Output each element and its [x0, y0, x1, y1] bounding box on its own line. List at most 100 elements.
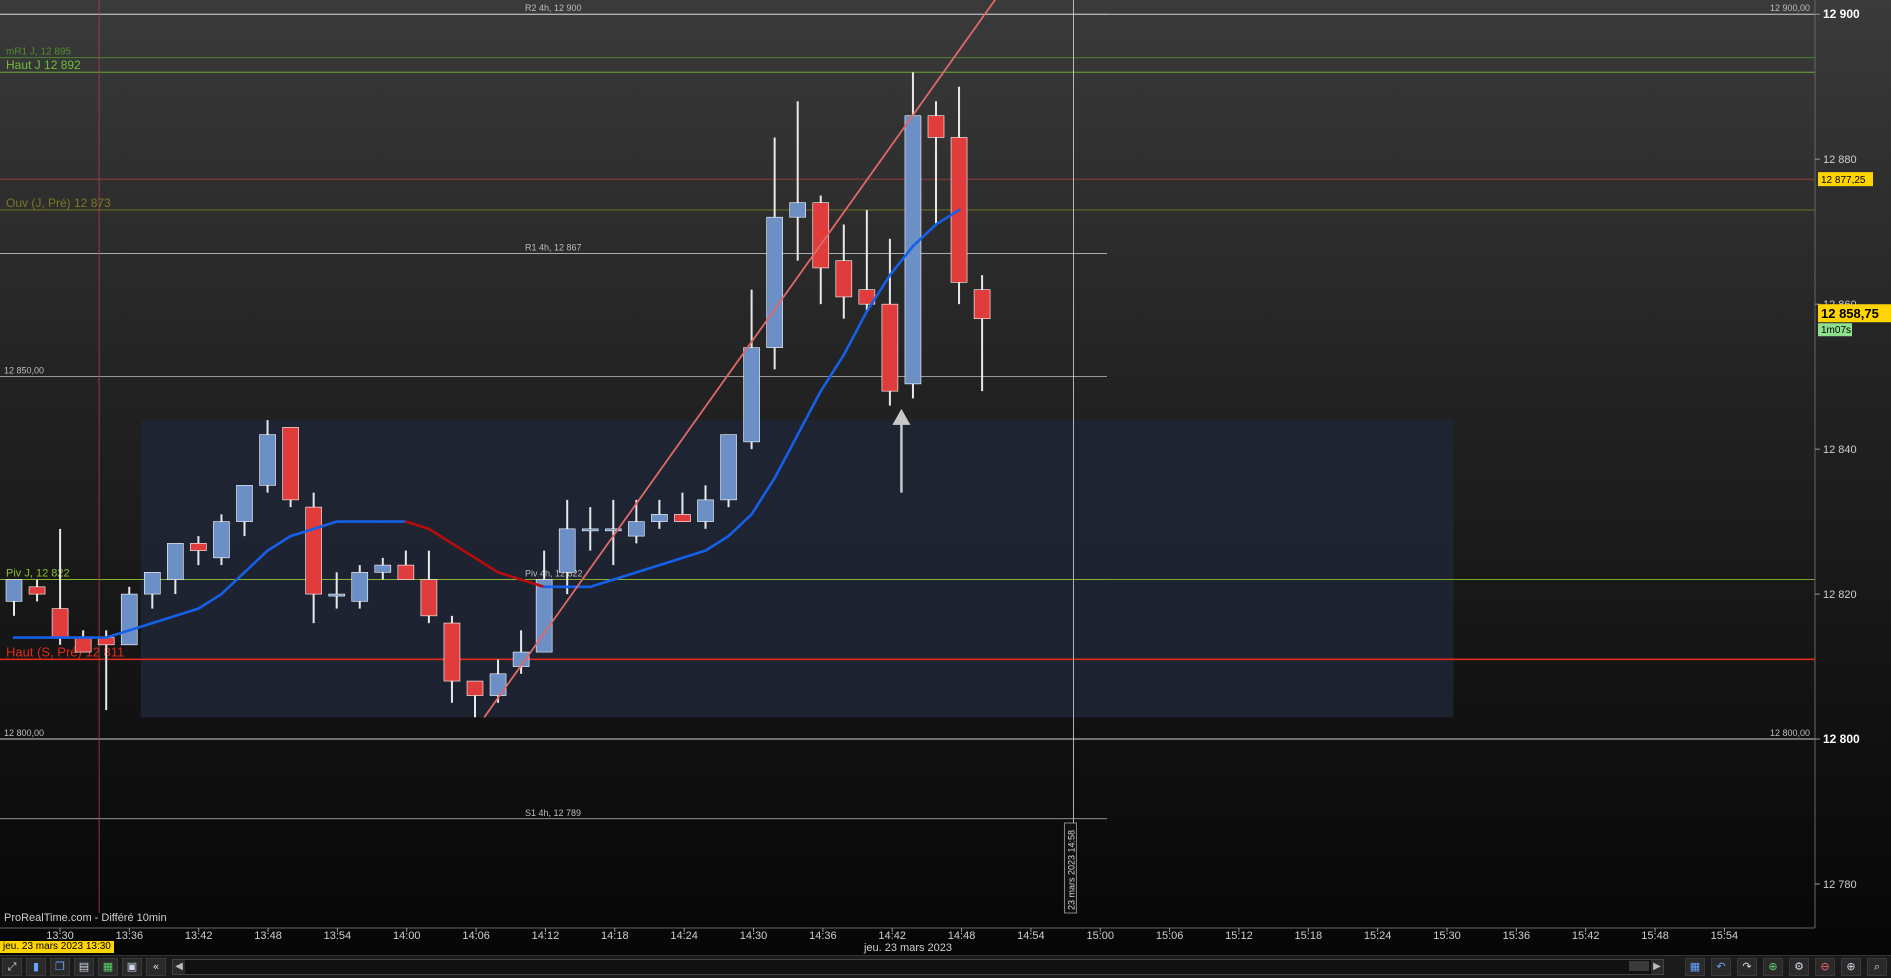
time-tick-label: 15:12: [1225, 930, 1253, 942]
pivot-label: R1 4h, 12 867: [525, 242, 582, 252]
price-tick-label: 12 880: [1823, 154, 1857, 166]
time-tick-label: 14:24: [670, 930, 698, 942]
candle-body[interactable]: [351, 572, 369, 602]
time-tick-label: 15:18: [1295, 930, 1323, 942]
price-tick-label: 12 900: [1823, 7, 1860, 21]
candle-body[interactable]: [74, 637, 92, 653]
candle-body[interactable]: [420, 579, 438, 617]
right-level-label: 12 900,00: [1770, 3, 1810, 13]
candle-body[interactable]: [789, 202, 807, 218]
candle-body[interactable]: [328, 593, 346, 597]
source-watermark: ProRealTime.com - Différé 10min: [4, 912, 167, 924]
time-tick-label: 13:36: [116, 930, 144, 942]
time-tick-label: 14:54: [1017, 930, 1045, 942]
crosshair-date-highlight: jeu. 23 mars 2023 13:30: [0, 941, 114, 953]
redo-icon[interactable]: ↷: [1737, 958, 1757, 976]
candle-body[interactable]: [743, 347, 760, 443]
scroll-right-icon[interactable]: ▶: [1651, 960, 1663, 974]
candle-body[interactable]: [766, 216, 783, 348]
undo-icon[interactable]: ↶: [1711, 958, 1731, 976]
time-tick-label: 14:36: [809, 930, 837, 942]
windows-icon[interactable]: ❐: [50, 958, 70, 976]
level-label: mR1 J, 12 895: [6, 47, 71, 58]
highlight-zone: [140, 420, 1454, 718]
level-label: Haut J 12 892: [6, 58, 81, 72]
collapse-icon[interactable]: «: [146, 958, 166, 976]
right-level-label: 12 800,00: [1770, 728, 1810, 738]
bottom-toolbar: ⤢ ▮ ❐ ▤ ▦ ▣ « ◀ ▶ ▦ ↶ ↷ ⊕ ⚙ ⊖ ⊕ ⌕: [0, 955, 1891, 978]
chart-scrollbar[interactable]: ◀ ▶: [172, 959, 1664, 975]
zoom-in-icon[interactable]: ⊕: [1841, 958, 1861, 976]
price-tick-label: 12 840: [1823, 444, 1857, 456]
candle-body[interactable]: [259, 434, 276, 486]
time-tick-label: 13:54: [324, 930, 352, 942]
price-tick-label: 12 800: [1823, 732, 1860, 746]
time-tick-label: 15:36: [1503, 930, 1531, 942]
calendar-icon[interactable]: ▦: [1685, 958, 1705, 976]
candlestick-chart[interactable]: R2 4h, 12 900R1 4h, 12 86712 850,00Piv 4…: [0, 0, 1891, 977]
candle-body[interactable]: [973, 289, 991, 319]
time-tick-label: 14:42: [878, 930, 906, 942]
time-tick-label: 15:54: [1711, 930, 1739, 942]
time-tick-label: 13:48: [254, 930, 282, 942]
crosshair-date-label: 23 mars 2023 14:58: [1066, 830, 1076, 910]
layout-icon[interactable]: ▮: [26, 958, 46, 976]
candle-body[interactable]: [835, 260, 853, 298]
candle-body[interactable]: [213, 521, 230, 559]
level-label: Ouv (J, Pré) 12 873: [6, 196, 111, 210]
candle-body[interactable]: [144, 572, 161, 595]
scrollbar-thumb[interactable]: [1629, 961, 1649, 971]
candle-body[interactable]: [374, 564, 392, 573]
candle-body[interactable]: [628, 521, 645, 537]
candle-body[interactable]: [558, 528, 576, 573]
pivot-label: R2 4h, 12 900: [525, 3, 582, 13]
candle-body[interactable]: [236, 485, 253, 522]
candle-body[interactable]: [697, 499, 714, 522]
tools-icon[interactable]: ⤢: [2, 958, 22, 976]
candle-body[interactable]: [904, 115, 922, 385]
candle-body[interactable]: [28, 586, 46, 595]
zoom-reset-icon[interactable]: ⌕: [1867, 958, 1887, 976]
chart-add-icon[interactable]: ⊕: [1763, 958, 1783, 976]
date-axis-label: jeu. 23 mars 2023: [863, 942, 952, 954]
time-tick-label: 15:00: [1086, 930, 1114, 942]
screen-icon[interactable]: ▣: [122, 958, 142, 976]
candle-body[interactable]: [489, 673, 507, 696]
candle-body[interactable]: [120, 593, 138, 646]
candle-body[interactable]: [651, 514, 668, 522]
time-tick-label: 15:06: [1156, 930, 1184, 942]
candle-body[interactable]: [305, 506, 322, 595]
candle-body[interactable]: [674, 514, 691, 522]
pivot-label: 12 850,00: [4, 366, 44, 376]
candle-body[interactable]: [881, 303, 899, 392]
candle-body[interactable]: [190, 543, 207, 551]
timer-label: 1m07s: [1821, 325, 1851, 336]
scroll-left-icon[interactable]: ◀: [173, 960, 185, 974]
time-tick-label: 15:24: [1364, 930, 1392, 942]
price-tick-label: 12 820: [1823, 589, 1857, 601]
current-price-label: 12 858,75: [1821, 306, 1879, 321]
time-tick-label: 15:42: [1572, 930, 1600, 942]
time-tick-label: 14:06: [462, 930, 490, 942]
table-icon[interactable]: ▤: [74, 958, 94, 976]
price-tick-label: 12 780: [1823, 879, 1857, 891]
candle-body[interactable]: [443, 622, 461, 682]
candle-body[interactable]: [720, 434, 737, 501]
candle-body[interactable]: [397, 564, 415, 580]
pivot-label: 12 800,00: [4, 728, 44, 738]
time-tick-label: 15:30: [1433, 930, 1461, 942]
settings-icon[interactable]: ⚙: [1789, 958, 1809, 976]
time-tick-label: 14:18: [601, 930, 629, 942]
candle-body[interactable]: [282, 427, 299, 501]
candle-body[interactable]: [51, 608, 69, 638]
last-value-label: 12 877,25: [1821, 175, 1866, 186]
candle-body[interactable]: [927, 115, 945, 138]
grid-icon[interactable]: ▦: [98, 958, 118, 976]
candle-body[interactable]: [581, 528, 599, 532]
candle-body[interactable]: [5, 579, 23, 602]
time-tick-label: 14:30: [740, 930, 768, 942]
candle-body[interactable]: [466, 680, 484, 696]
zoom-out-icon[interactable]: ⊖: [1815, 958, 1835, 976]
time-tick-label: 15:48: [1641, 930, 1669, 942]
candle-body[interactable]: [167, 543, 184, 580]
